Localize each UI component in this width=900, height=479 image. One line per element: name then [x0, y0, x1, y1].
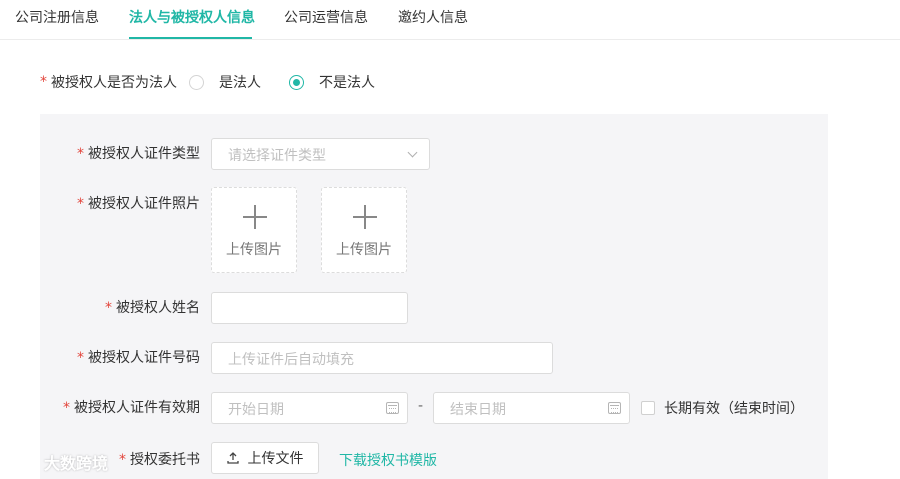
upload-image-text: 上传图片 [226, 242, 282, 258]
validity-label-text: 被授权人证件有效期 [74, 400, 200, 416]
validity-end-date[interactable]: 结束日期 [433, 392, 630, 424]
plus-icon [353, 205, 377, 229]
brand-logo-icon [9, 454, 38, 467]
watermark: 大数跨境 [8, 451, 108, 473]
id-number-input[interactable]: 上传证件后自动填充 [211, 342, 553, 374]
required-mark: * [77, 146, 84, 162]
radio-not-legal-person[interactable] [289, 74, 304, 90]
calendar-icon [608, 402, 621, 414]
id-number-label: * 被授权人证件号码 [0, 348, 200, 368]
id-photo-label-text: 被授权人证件照片 [88, 196, 200, 212]
authorization-label-text: 授权委托书 [130, 452, 200, 468]
date-range-separator: - [418, 398, 424, 414]
chevron-down-icon [407, 147, 418, 158]
plus-icon [243, 205, 267, 229]
required-mark: * [119, 452, 126, 468]
tab-legal-and-authorized[interactable]: 法人与被授权人信息 [129, 7, 255, 27]
name-label: * 被授权人姓名 [0, 298, 200, 318]
tab-inviter[interactable]: 邀约人信息 [398, 7, 468, 27]
required-mark: * [77, 196, 84, 212]
id-number-label-text: 被授权人证件号码 [88, 350, 200, 366]
radio-not-legal-person-label[interactable]: 不是法人 [319, 72, 375, 92]
long-term-label[interactable]: 长期有效（结束时间） [664, 398, 804, 418]
tab-bar: 公司注册信息 法人与被授权人信息 公司运营信息 邀约人信息 [0, 0, 900, 40]
id-type-select[interactable]: 请选择证件类型 [211, 138, 430, 170]
required-mark: * [63, 400, 70, 416]
is-legal-person-label: 被授权人是否为法人 [51, 75, 177, 91]
watermark-text: 大数跨境 [44, 454, 109, 473]
calendar-icon [386, 402, 399, 414]
required-mark: * [77, 350, 84, 366]
radio-is-legal-person-label[interactable]: 是法人 [219, 72, 261, 92]
required-mark: * [40, 74, 47, 90]
authorized-person-panel [40, 114, 828, 479]
name-label-text: 被授权人姓名 [116, 300, 200, 316]
id-type-label-text: 被授权人证件类型 [88, 146, 200, 162]
id-photo-upload-front[interactable]: 上传图片 [211, 187, 297, 273]
name-input[interactable] [211, 292, 408, 324]
end-date-placeholder: 结束日期 [450, 402, 506, 418]
upload-image-text: 上传图片 [336, 242, 392, 258]
id-type-placeholder: 请选择证件类型 [228, 148, 326, 164]
upload-icon [226, 452, 239, 464]
validity-start-date[interactable]: 开始日期 [211, 392, 408, 424]
validity-label: * 被授权人证件有效期 [0, 398, 200, 418]
long-term-checkbox[interactable] [641, 401, 655, 415]
id-photo-label: * 被授权人证件照片 [0, 194, 200, 214]
upload-file-label: 上传文件 [247, 451, 304, 467]
active-tab-indicator [129, 37, 252, 39]
download-template-link[interactable]: 下载授权书模版 [339, 450, 437, 470]
upload-file-button[interactable]: 上传文件 [211, 442, 319, 474]
id-type-label: * 被授权人证件类型 [0, 144, 200, 164]
id-number-placeholder: 上传证件后自动填充 [228, 352, 354, 368]
required-mark: * [105, 300, 112, 316]
tab-company-registration[interactable]: 公司注册信息 [15, 7, 99, 27]
start-date-placeholder: 开始日期 [228, 402, 284, 418]
tab-company-operation[interactable]: 公司运营信息 [284, 7, 368, 27]
id-photo-upload-back[interactable]: 上传图片 [321, 187, 407, 273]
is-legal-person-row: * 被授权人是否为法人 是法人 不是法人 [40, 72, 375, 92]
radio-is-legal-person[interactable] [189, 74, 204, 90]
